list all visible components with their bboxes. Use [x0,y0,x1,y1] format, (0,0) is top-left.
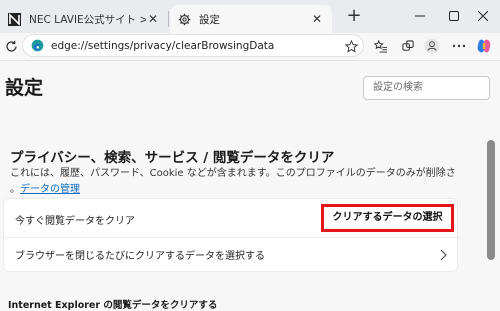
clear-on-close-row[interactable]: ブラウザーを閉じるたびにクリアするデータを選択する [4,238,459,273]
section-title: プライバシー、検索、サービス / 閲覧データをクリア [10,150,335,166]
page-title: 設定 [5,77,44,99]
choose-what-to-clear-button[interactable]: クリアするデータの選択 [321,204,454,232]
profile-avatar-icon[interactable] [422,36,442,56]
new-tab-plus-icon[interactable]: + [343,5,365,27]
scrollbar[interactable] [487,140,495,260]
tab-close-icon[interactable]: ✕ [310,12,324,26]
more-menu-icon[interactable] [449,36,469,56]
nec-favicon-icon [8,12,21,26]
manage-data-link[interactable]: データの管理 [20,184,80,195]
tab-separator [168,11,169,27]
tab-title: 設定 [199,13,220,26]
section-description: これには、履歴、パスワード、Cookie などが含まれます。このプロファイルのデ… [10,168,456,179]
collections-icon[interactable] [398,36,418,56]
clear-now-row: 今すぐ閲覧データをクリア クリアするデータの選択 [4,199,459,237]
clear-data-card: 今すぐ閲覧データをクリア クリアするデータの選択 ブラウザーを閉じるたびにクリア… [3,198,459,273]
chevron-right-icon [440,249,447,261]
tab-close-icon[interactable]: ✕ [146,12,160,26]
edge-logo-icon [31,39,44,52]
navigation-toolbar: edge://settings/privacy/clearBrowsingDat… [0,33,500,59]
tab-title: NEC LAVIE公式サイト > サービス＆サ [29,13,146,26]
tab-bar: NEC LAVIE公式サイト > サービス＆サ ✕ 設定 ✕ + [0,0,500,33]
close-window-icon[interactable] [466,0,500,32]
favorite-star-icon[interactable] [341,36,361,56]
clear-now-label: 今すぐ閲覧データをクリア [15,216,135,227]
ie-section-title: Internet Explorer の閲覧データをクリアする [8,300,218,311]
manage-data-line: 。データの管理 [10,180,80,195]
settings-search-input[interactable]: 設定の検索 [363,76,490,100]
address-url: edge://settings/privacy/clearBrowsingDat… [51,39,275,52]
toolbar-divider [0,60,500,61]
bullet: 。 [10,184,20,195]
refresh-icon[interactable] [0,35,22,57]
favorites-list-icon[interactable] [371,36,391,56]
copilot-icon[interactable] [474,36,494,56]
clear-on-close-label: ブラウザーを閉じるたびにクリアするデータを選択する [15,251,265,262]
tab-nec-lavie[interactable]: NEC LAVIE公式サイト > サービス＆サ ✕ [0,5,168,33]
address-bar[interactable]: edge://settings/privacy/clearBrowsingDat… [22,34,364,57]
tab-settings[interactable]: 設定 ✕ [170,5,332,33]
gear-icon [178,13,191,25]
